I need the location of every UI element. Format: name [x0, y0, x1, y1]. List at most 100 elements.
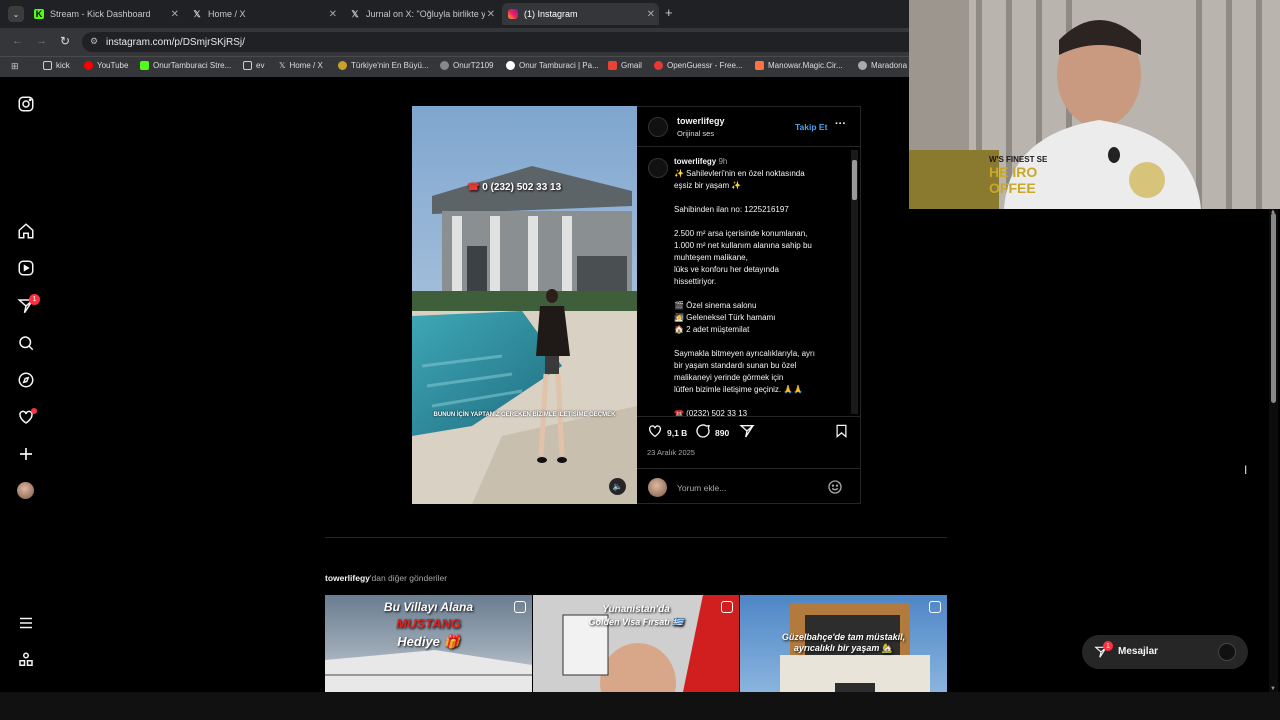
globe-icon: [338, 61, 347, 70]
caption-line: lüks ve konforu her detayında: [674, 265, 779, 274]
url-input[interactable]: ⚙ instagram.com/p/DSmjrSKjRSj/: [82, 32, 910, 52]
messages-icon[interactable]: 1: [17, 294, 40, 317]
caption-username[interactable]: towerlifegy: [674, 157, 716, 166]
bookmark-onur-patreon[interactable]: Onur Tamburaci | Pa...: [506, 61, 599, 70]
messages-button[interactable]: 1 Mesajlar: [1082, 635, 1248, 669]
bookmark-manowar[interactable]: Manowar.Magic.Cir...: [755, 61, 843, 70]
post-thumbnail[interactable]: Yunanistan'da Golden Visa Fırsatı 🇬🇷: [533, 595, 739, 692]
instagram-logo-icon[interactable]: [17, 95, 37, 115]
comment-icon[interactable]: [695, 423, 711, 441]
post-thumbnail[interactable]: Güzelbahçe'de tam müstakil, ayrıcalıklı …: [740, 595, 947, 692]
caption-area: towerlifegy 9h ✨ Sahilevleri'nin en özel…: [637, 148, 851, 416]
bookmark-maradona[interactable]: Maradona: [858, 61, 910, 70]
villa-video-frame: [412, 106, 637, 504]
tab-list-dropdown[interactable]: ⌄: [8, 6, 24, 22]
audio-label[interactable]: Orijinal ses: [677, 129, 714, 138]
post-date[interactable]: 23 Aralık 2025: [647, 448, 695, 457]
close-icon[interactable]: ✕: [484, 8, 495, 20]
tab-instagram[interactable]: (1) Instagram ✕: [502, 3, 659, 25]
shirt-print: W'S FINEST SE HE IRO OFFEE: [989, 155, 1048, 196]
thumbnail-line-2: Golden Visa Fırsatı 🇬🇷: [588, 617, 684, 627]
mute-button[interactable]: 🔈: [609, 478, 626, 495]
more-options-icon[interactable]: ···: [835, 118, 846, 130]
profile-avatar[interactable]: [17, 482, 37, 502]
author-username[interactable]: towerlifegy: [677, 116, 725, 126]
caption-line: 🏠 2 adet müştemilat: [674, 325, 750, 334]
thumbnail-line-1: Güzelbahçe'de tam müstakil,: [781, 632, 906, 642]
comment-input[interactable]: Yorum ekle...: [677, 483, 817, 493]
author-avatar[interactable]: [648, 117, 668, 137]
webcam-feed: [909, 0, 1280, 209]
site-info-icon[interactable]: ⚙: [90, 36, 98, 47]
apps-icon[interactable]: ⊞: [11, 61, 19, 72]
speaker-icon: 🔈: [612, 482, 623, 491]
like-count[interactable]: 9,1 B: [667, 428, 687, 438]
reload-icon[interactable]: ↻: [60, 34, 70, 48]
bookmark-save-icon[interactable]: [834, 423, 849, 441]
globe-icon: [440, 61, 449, 70]
caption-time: 9h: [718, 157, 728, 166]
bookmark-onurtamburaci-stream[interactable]: OnurTamburaci Stre...: [140, 61, 231, 70]
globe-icon: [858, 61, 867, 70]
comment-count[interactable]: 890: [715, 428, 729, 438]
section-divider: [325, 537, 947, 538]
patreon-icon: [506, 61, 515, 70]
post-video[interactable]: ☎ 0 (232) 502 33 13 BUNUN İÇİN YAPTANIZ …: [412, 106, 637, 504]
tab-label: (1) Instagram: [524, 9, 578, 19]
folder-icon: [43, 61, 52, 70]
bookmark-turkiye[interactable]: Türkiye'nin En Büyü...: [338, 61, 429, 70]
caption-line: lütfen bizimle iletişime geçiniz. 🙏🙏: [674, 385, 804, 394]
follow-button[interactable]: Takip Et: [795, 122, 827, 132]
taskbar: [0, 692, 1280, 720]
tab-jurnal-x[interactable]: 𝕏 Jurnal on X: "Oğluyla birlikte ya ✕: [344, 3, 499, 25]
explore-icon[interactable]: [17, 371, 37, 391]
forward-icon[interactable]: →: [36, 35, 47, 47]
caption-line: eşsiz bir yaşam ✨: [674, 181, 742, 190]
scroll-thumb[interactable]: [852, 160, 857, 200]
bookmark-openguessr[interactable]: OpenGuessr - Free...: [654, 61, 743, 70]
share-icon[interactable]: [739, 423, 755, 441]
tab-kick-dashboard[interactable]: K Stream - Kick Dashboard ✕: [28, 3, 183, 25]
caption-line: 1.000 m² net kullanım alanına sahip bu: [674, 241, 812, 250]
close-icon[interactable]: ✕: [647, 9, 655, 20]
post-thumbnail[interactable]: Bu Villayı Alana MUSTANG Hediye 🎁: [325, 595, 532, 692]
reel-icon: [929, 601, 941, 613]
emoji-icon[interactable]: [827, 479, 843, 497]
caption-line: Saymakla bitmeyen ayrıcalıklarıyla, ayrı: [674, 349, 815, 358]
url-text: instagram.com/p/DSmjrSKjRSj/: [106, 36, 245, 48]
bookmark-kick[interactable]: kick: [43, 61, 70, 70]
caption-line: [674, 192, 850, 204]
tab-label: Stream - Kick Dashboard: [50, 9, 151, 19]
caption-line: Sahibinden ilan no: 1225216197: [674, 205, 789, 214]
home-icon[interactable]: [17, 222, 37, 242]
more-posts-heading: towerlifegy'dan diğer gönderiler: [325, 573, 448, 583]
bookmark-onurt2109[interactable]: OnurT2109: [440, 61, 493, 70]
new-tab-button[interactable]: +: [665, 5, 673, 20]
bookmark-ev[interactable]: ev: [243, 61, 264, 70]
like-icon[interactable]: [647, 423, 663, 441]
close-icon[interactable]: ✕: [329, 9, 337, 20]
bookmark-youtube[interactable]: YouTube: [84, 61, 128, 70]
messages-badge: 1: [1103, 641, 1113, 651]
x-icon: 𝕏: [351, 8, 359, 19]
create-plus-icon[interactable]: [17, 445, 37, 465]
search-icon[interactable]: [17, 334, 37, 354]
notifications-heart-icon[interactable]: [17, 408, 37, 428]
reels-icon[interactable]: [17, 259, 37, 279]
bookmarks-bar: ⊞ kick YouTube OnurTamburaci Stre... ev …: [0, 56, 910, 77]
thumbnail-line-1: Yunanistan'da: [602, 604, 670, 615]
text-cursor-icon: I: [1244, 463, 1248, 477]
also-from-meta-icon[interactable]: [17, 651, 37, 671]
tab-home-x[interactable]: 𝕏 Home / X ✕: [186, 3, 341, 25]
messages-avatar: [1218, 643, 1236, 661]
bookmark-gmail[interactable]: Gmail: [608, 61, 642, 70]
youtube-icon: [84, 61, 93, 70]
caption-scrollbar[interactable]: [851, 150, 858, 414]
back-icon[interactable]: ←: [12, 35, 23, 47]
page-scroll-thumb[interactable]: [1271, 213, 1276, 403]
close-icon[interactable]: ✕: [171, 9, 179, 20]
more-menu-icon[interactable]: [17, 614, 37, 634]
bookmark-home-x[interactable]: 𝕏 Home / X: [279, 61, 323, 70]
caption-avatar[interactable]: [648, 158, 668, 178]
more-posts-username[interactable]: towerlifegy: [325, 573, 370, 583]
